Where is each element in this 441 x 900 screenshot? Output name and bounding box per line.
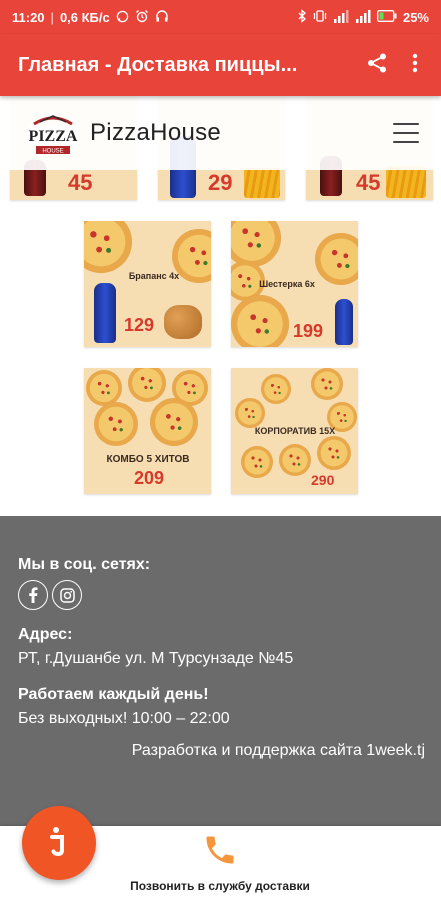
social-links [18, 580, 423, 610]
top-price-2: 29 [208, 170, 233, 195]
site-header: PIZZA HOUSE PizzaHouse [0, 96, 441, 170]
product-name: Брапанс 4x [128, 271, 180, 281]
phone-icon [202, 832, 238, 873]
pizza-image [231, 295, 289, 347]
chat-widget-button[interactable] [22, 806, 96, 880]
hamburger-menu-button[interactable] [393, 123, 419, 143]
address-text: РТ, г.Душанбе ул. М Турсунзаде №45 [18, 650, 294, 667]
overflow-menu-button[interactable] [405, 47, 425, 83]
address-heading: Адрес: [18, 626, 73, 643]
pepsi-bottle [335, 299, 353, 345]
hamburger-icon [393, 123, 419, 125]
call-delivery-button[interactable]: Позвонить в службу доставки [100, 832, 340, 893]
product-tile[interactable]: КОМБО 5 ХИТОВ 209 [84, 368, 211, 494]
developer-credit-link[interactable]: Разработка и поддержка сайта 1week.tj [132, 742, 425, 760]
share-icon [366, 52, 388, 79]
instagram-icon[interactable] [52, 580, 82, 610]
pizza-image [150, 398, 198, 446]
product-price: 290 [311, 472, 335, 488]
status-time: 11:20 [12, 9, 45, 25]
chat-widget-icon [46, 823, 72, 864]
pizza-image [315, 233, 358, 285]
social-heading: Мы в соц. сетях: [18, 556, 151, 573]
signal-icon [333, 9, 349, 25]
hours-text: Без выходных! 10:00 – 22:00 [18, 710, 230, 727]
battery-level: 25% [402, 9, 429, 25]
product-price: 209 [134, 468, 165, 488]
bluetooth-icon [297, 9, 307, 25]
top-price-1: 45 [68, 170, 93, 195]
call-delivery-label: Позвонить в службу доставки [130, 879, 310, 893]
product-tile[interactable]: Брапанс 4x 129 [84, 221, 211, 347]
product-name: КОМБО 5 ХИТОВ [106, 454, 190, 465]
site-name: PizzaHouse [90, 119, 222, 146]
pizza-image [84, 221, 132, 273]
pizza-image [231, 221, 281, 267]
pizza-image [311, 368, 343, 400]
whatsapp-icon [116, 10, 129, 25]
app-bar: Главная - Доставка пиццы... [0, 34, 441, 96]
page-title: Главная - Доставка пиццы... [18, 53, 298, 76]
pepsi-bottle [94, 283, 116, 343]
more-vert-icon [412, 53, 418, 78]
battery-icon [377, 10, 397, 24]
facebook-icon[interactable] [18, 580, 48, 610]
product-tile[interactable]: КОРПОРАТИВ 15X 290 [231, 368, 358, 494]
site-footer: Мы в соц. сетях: Адрес: РТ, г.Душанбе ул… [0, 516, 441, 826]
signal-icon [355, 9, 371, 25]
fries-image [244, 168, 280, 198]
product-tile[interactable]: Шестерка 6x 199 [231, 221, 358, 347]
hours-heading: Работаем каждый день! [18, 686, 209, 703]
alarm-icon [135, 9, 149, 25]
pizza-image [86, 370, 122, 406]
network-speed: 0,6 КБ/с [59, 9, 110, 25]
webview-content: 45 29 45 PIZZA HOUSE PizzaHouse Брапанс … [0, 96, 441, 516]
svg-text:HOUSE: HOUSE [42, 149, 63, 155]
headset-icon [155, 9, 169, 25]
product-name: КОРПОРАТИВ 15X [254, 426, 336, 436]
top-price-3: 45 [356, 170, 381, 195]
product-price: 199 [293, 321, 324, 341]
pizza-image [241, 446, 273, 478]
pizza-image [235, 398, 265, 428]
product-name: Шестерка 6x [259, 279, 315, 289]
pizza-image [317, 436, 351, 470]
fries-image [386, 166, 426, 198]
svg-text:PIZZA: PIZZA [29, 128, 78, 145]
status-bar: 11:20 | 0,6 КБ/с 25% [0, 0, 441, 34]
pizza-image [94, 402, 138, 446]
vibrate-icon [313, 9, 327, 25]
pizza-image [279, 444, 311, 476]
pizza-image [128, 368, 166, 402]
nuggets-image [164, 305, 202, 339]
pizza-image [261, 374, 291, 404]
pizzahouse-logo[interactable]: PIZZA HOUSE [26, 108, 80, 158]
share-button[interactable] [359, 47, 395, 83]
product-price: 129 [124, 315, 155, 335]
